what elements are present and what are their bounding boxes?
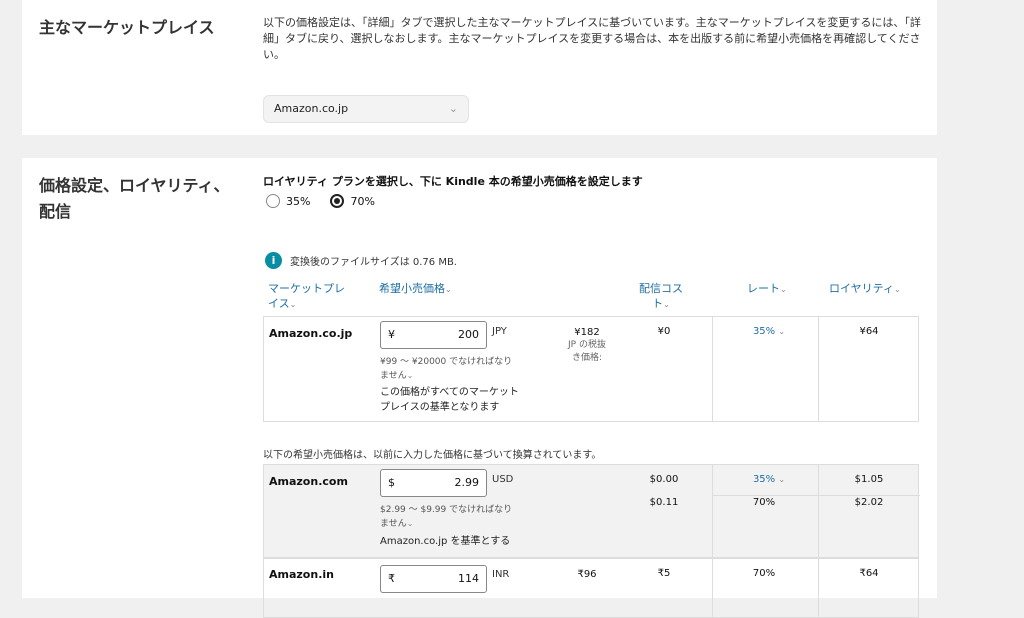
royalty-options: 35% 70%: [266, 194, 375, 208]
delivery-cost-35: $0.00: [649, 474, 679, 485]
price-value: 2.99: [454, 476, 480, 489]
rate-70: 70%: [752, 497, 776, 508]
marketplace-name: Amazon.co.jp: [269, 327, 353, 340]
chevron-down-icon: ⌄: [778, 327, 786, 336]
pricing-card: 価格設定、ロイヤリティ、 配信 ロイヤリティ プランを選択し、下に Kindle…: [22, 158, 937, 618]
price-input[interactable]: ¥ 200: [380, 321, 487, 349]
royalty-70: $2.02: [854, 497, 884, 508]
pricing-section-title: 価格設定、ロイヤリティ、 配信: [39, 176, 230, 221]
tax-excluded-price: ₹96: [577, 569, 597, 580]
price-input[interactable]: $ 2.99: [380, 469, 487, 497]
table-row: Amazon.co.jp ¥ 200 JPY ¥99 ～ ¥20000 でなけれ…: [263, 316, 919, 422]
delivery-cost-70: $0.11: [649, 497, 679, 508]
marketplace-select[interactable]: Amazon.co.jp ⌄: [263, 95, 469, 123]
price-range-note: $2.99 ～ $9.99 でなければなり ません⌄: [380, 505, 513, 529]
header-royalty[interactable]: ロイヤリティ⌄: [829, 281, 901, 297]
marketplace-name: Amazon.in: [269, 568, 334, 581]
price-value: 114: [458, 572, 479, 585]
header-marketplace[interactable]: マーケットプレ イス⌄: [268, 281, 345, 312]
marketplace-select-value: Amazon.co.jp: [274, 102, 349, 115]
price-input[interactable]: ₹ 114: [380, 565, 487, 593]
rate-dropdown[interactable]: 35% ⌄: [734, 326, 804, 337]
header-delivery-cost[interactable]: 配信コス ト⌄: [639, 281, 683, 312]
price-value: 200: [458, 328, 479, 341]
delivery-cost: ¥0: [657, 326, 671, 337]
currency-symbol: $: [388, 476, 395, 489]
radio-35-percent[interactable]: [266, 194, 280, 208]
file-size-info: i 変換後のファイルサイズは 0.76 MB.: [265, 252, 457, 269]
chevron-down-icon: ⌄: [445, 285, 452, 294]
chevron-down-icon: ⌄: [778, 475, 786, 484]
file-size-text: 変換後のファイルサイズは 0.76 MB.: [290, 257, 457, 268]
delivery-cost: ₹5: [657, 568, 671, 579]
marketplace-card: 主なマーケットプレイス 以下の価格設定は、「詳細」タブで選択した主なマーケットプ…: [22, 0, 937, 135]
rate-dropdown[interactable]: 35% ⌄: [734, 474, 804, 485]
chevron-down-icon: ⌄: [448, 102, 458, 115]
currency-code: USD: [492, 474, 514, 485]
royalty-35: $1.05: [854, 474, 884, 485]
table-row: Amazon.com $ 2.99 USD $2.99 ～ $9.99 でなけれ…: [263, 464, 920, 558]
currency-symbol: ¥: [388, 328, 395, 341]
header-rate[interactable]: レート⌄: [747, 281, 787, 297]
header-list-price[interactable]: 希望小売価格⌄: [379, 281, 452, 297]
chevron-down-icon: ⌄: [780, 285, 787, 294]
royalty-value: ₹64: [859, 568, 879, 579]
chevron-down-icon[interactable]: ⌄: [407, 371, 414, 380]
marketplace-section-title: 主なマーケットプレイス: [39, 18, 215, 37]
table-row: Amazon.in ₹ 114 INR ₹96 ₹5 70% ₹64: [263, 558, 919, 618]
radio-70-percent[interactable]: [330, 194, 345, 208]
chevron-down-icon: ⌄: [663, 300, 670, 309]
royalty-plan-prompt: ロイヤリティ プランを選択し、下に Kindle 本の希望小売価格を設定します: [263, 175, 643, 188]
base-price-note: この価格がすべてのマーケット プレイスの基準となります: [380, 387, 519, 413]
currency-symbol: ₹: [388, 572, 395, 585]
info-icon: i: [265, 252, 282, 269]
marketplace-description: 以下の価格設定は、「詳細」タブで選択した主なマーケットプレイスに基づいています。…: [263, 16, 921, 61]
radio-70-label: 70%: [350, 194, 375, 208]
chevron-down-icon: ⌄: [289, 300, 297, 309]
royalty-value: ¥64: [859, 326, 879, 337]
marketplace-name: Amazon.com: [269, 475, 348, 488]
currency-code: JPY: [492, 326, 507, 337]
tax-excluded-price: ¥182 JP の税抜 き価格:: [568, 327, 606, 363]
price-range-note: ¥99 ～ ¥20000 でなければなり ません⌄: [380, 357, 513, 381]
chevron-down-icon: ⌄: [894, 285, 901, 294]
radio-35-label: 35%: [286, 194, 311, 208]
base-price-note: Amazon.co.jp を基準とする: [380, 536, 511, 547]
rate-value: 70%: [752, 568, 776, 579]
currency-code: INR: [492, 569, 510, 580]
chevron-down-icon[interactable]: ⌄: [407, 519, 414, 528]
conversion-note: 以下の希望小売価格は、以前に入力した価格に基づいて換算されています。: [263, 450, 602, 461]
